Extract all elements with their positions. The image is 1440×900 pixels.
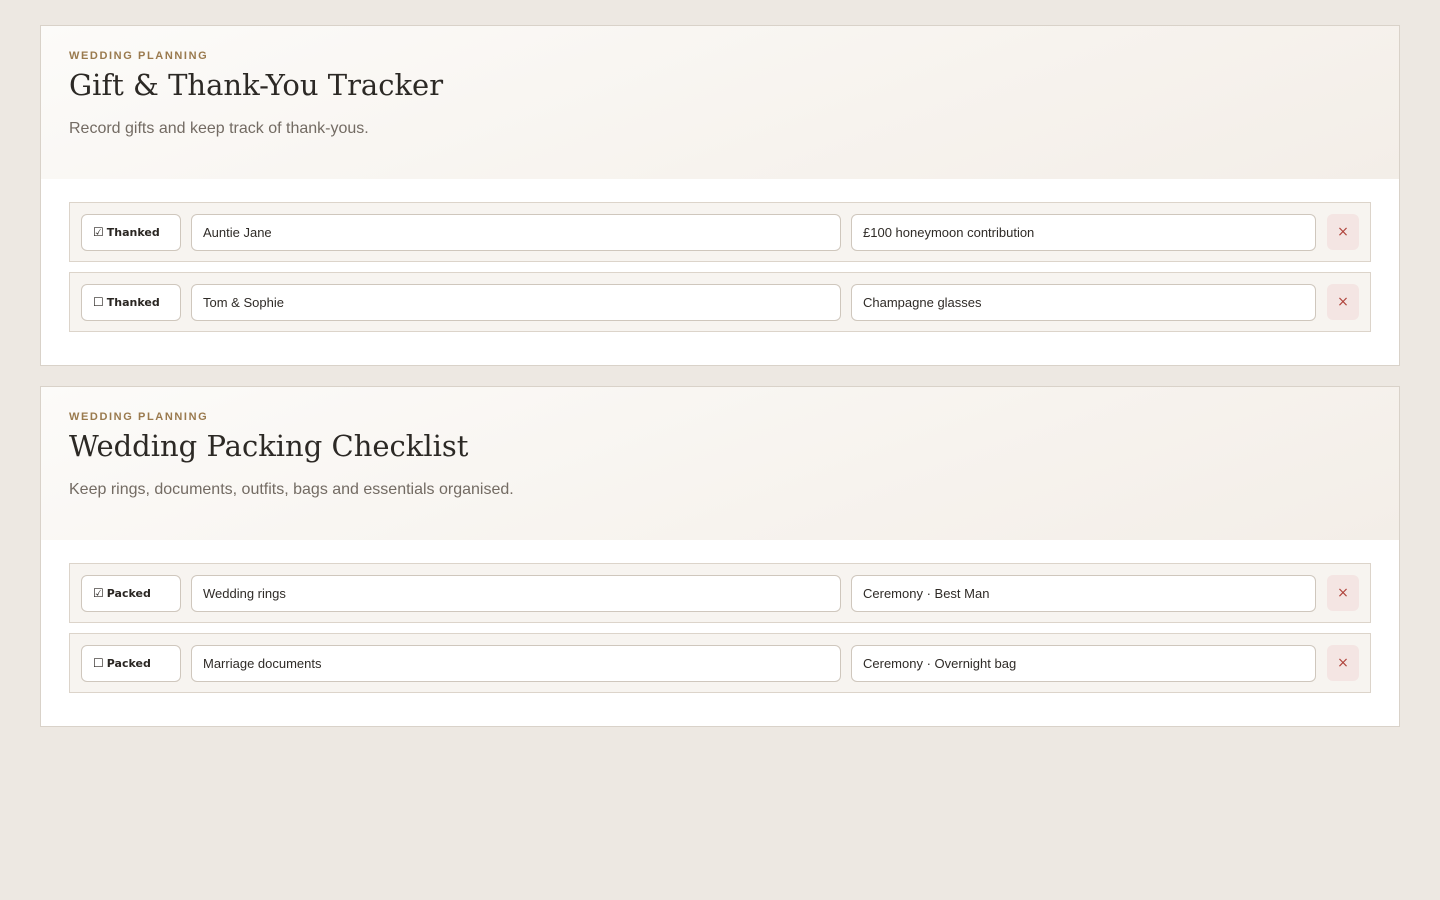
item-name-input[interactable]: Wedding rings — [191, 574, 841, 612]
list-item: ☐ Packed Marriage documents Ceremony · O… — [69, 633, 1371, 693]
close-icon: × — [1337, 655, 1349, 671]
close-icon: × — [1337, 585, 1349, 601]
list-item: ☑ Packed Wedding rings Ceremony · Best M… — [69, 563, 1371, 623]
gift-list: ☑ Thanked Auntie Jane £100 honeymoon con… — [41, 179, 1399, 365]
toggle-label: Thanked — [106, 225, 160, 239]
gift-tracker-card: WEDDING PLANNING Gift & Thank-You Tracke… — [40, 25, 1400, 366]
section-subtitle: Keep rings, documents, outfits, bags and… — [69, 481, 514, 498]
item-location-input[interactable]: Ceremony · Best Man — [851, 574, 1316, 612]
list-item: ☑ Thanked Auntie Jane £100 honeymoon con… — [69, 202, 1371, 262]
gift-description-input[interactable]: £100 honeymoon contribution — [851, 213, 1316, 251]
section-eyebrow: WEDDING PLANNING — [69, 50, 209, 62]
section-eyebrow: WEDDING PLANNING — [69, 411, 209, 423]
toggle-label: Thanked — [106, 295, 160, 309]
remove-button[interactable]: × — [1327, 284, 1359, 320]
toggle-label: Packed — [106, 586, 151, 600]
page-title: Gift & Thank-You Tracker — [69, 68, 444, 102]
packed-toggle[interactable]: ☐ Packed — [81, 644, 181, 682]
section-subtitle: Record gifts and keep track of thank-you… — [69, 120, 369, 137]
item-name-input[interactable]: Marriage documents — [191, 644, 841, 682]
remove-button[interactable]: × — [1327, 645, 1359, 681]
packed-toggle[interactable]: ☑ Packed — [81, 574, 181, 612]
gift-tracker-header: WEDDING PLANNING Gift & Thank-You Tracke… — [41, 26, 1399, 179]
toggle-label: Packed — [106, 656, 151, 670]
guest-name-input[interactable]: Tom & Sophie — [191, 283, 841, 321]
close-icon: × — [1337, 294, 1349, 310]
checkbox-unchecked-icon: ☐ — [93, 656, 104, 670]
list-item: ☐ Thanked Tom & Sophie Champagne glasses… — [69, 272, 1371, 332]
guest-name-input[interactable]: Auntie Jane — [191, 213, 841, 251]
gift-description-input[interactable]: Champagne glasses — [851, 283, 1316, 321]
thanked-toggle[interactable]: ☐ Thanked — [81, 283, 181, 321]
packing-checklist-card: WEDDING PLANNING Wedding Packing Checkli… — [40, 386, 1400, 727]
item-location-input[interactable]: Ceremony · Overnight bag — [851, 644, 1316, 682]
page-title: Wedding Packing Checklist — [69, 429, 469, 463]
checkbox-checked-icon: ☑ — [93, 225, 104, 239]
close-icon: × — [1337, 224, 1349, 240]
packing-checklist-header: WEDDING PLANNING Wedding Packing Checkli… — [41, 387, 1399, 540]
remove-button[interactable]: × — [1327, 575, 1359, 611]
thanked-toggle[interactable]: ☑ Thanked — [81, 213, 181, 251]
checkbox-checked-icon: ☑ — [93, 586, 104, 600]
remove-button[interactable]: × — [1327, 214, 1359, 250]
packing-list: ☑ Packed Wedding rings Ceremony · Best M… — [41, 540, 1399, 726]
checkbox-unchecked-icon: ☐ — [93, 295, 104, 309]
